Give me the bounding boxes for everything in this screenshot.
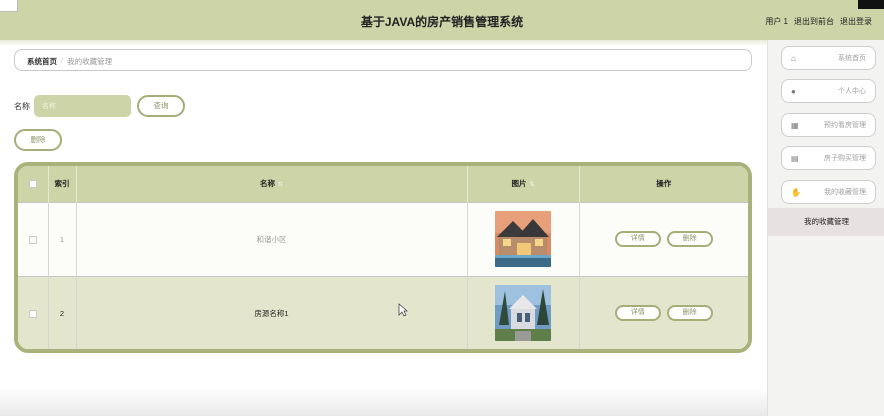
app-title: 基于JAVA的房产销售管理系统: [360, 15, 524, 29]
row-actions: 详情 删除: [579, 201, 748, 276]
delete-button[interactable]: 删除: [666, 305, 713, 322]
breadcrumb-current: 我的收藏管理: [67, 57, 113, 66]
breadcrumb-separator: /: [61, 56, 64, 65]
user-area: 用户 1 退出到前台 退出登录: [765, 16, 872, 27]
row-index: 2: [48, 275, 77, 349]
sidebar-item-home[interactable]: ⌂ 系统首页: [781, 46, 876, 70]
select-all-checkbox[interactable]: [28, 180, 37, 189]
detail-button[interactable]: 详情: [614, 231, 661, 247]
row-name: 和谐小区: [76, 201, 468, 276]
sidebar-item-label: 个人中心: [838, 88, 866, 95]
house-photo: [495, 285, 551, 342]
thumb-icon: ✋: [791, 187, 801, 197]
window-corner-tab: [0, 0, 18, 12]
search-label: 名称: [14, 102, 30, 111]
row-select-cell: [18, 275, 49, 349]
home-icon: ⌂: [791, 53, 796, 63]
row-index: 1: [48, 201, 77, 276]
sidebar-item-label: 房子购买管理: [824, 155, 866, 162]
username: 用户 1: [765, 17, 788, 26]
sidebar-active-submenu[interactable]: 我的收藏管理: [768, 208, 884, 236]
document-icon: ▤: [791, 153, 799, 163]
column-header-image-label: 图片: [511, 179, 527, 189]
detail-button[interactable]: 详情: [614, 305, 661, 322]
column-header-name[interactable]: 名称 ⇅: [76, 166, 468, 202]
breadcrumb-home[interactable]: 系统首页: [27, 56, 57, 66]
exit-to-front-link[interactable]: 退出到前台: [794, 16, 834, 27]
sidebar-item-label: 我的收藏管理: [824, 189, 866, 196]
table-header-row: 索引 名称 ⇅ 图片 ⇅ 操作: [18, 166, 748, 202]
column-header-index: 索引: [48, 166, 77, 202]
sidebar: ⌂ 系统首页 ● 个人中心 ▦ 预约看房管理 ▤ 房子购买管理 ✋ 我的收藏管理…: [767, 40, 884, 416]
delete-button[interactable]: 删除: [666, 231, 713, 247]
row-image-cell: [467, 201, 580, 276]
row-name: 房源名称1: [76, 275, 468, 349]
house-photo: [495, 211, 551, 267]
column-header-name-label: 名称: [259, 179, 275, 189]
sidebar-item-profile[interactable]: ● 个人中心: [781, 79, 876, 103]
row-image-cell: [467, 275, 580, 349]
sidebar-item-label: 系统首页: [838, 55, 866, 62]
overlay-corner: [858, 0, 884, 9]
row-select-cell: [18, 201, 49, 276]
query-button[interactable]: 查询: [137, 95, 185, 117]
top-header-bar: 基于JAVA的房产销售管理系统 用户 1 退出到前台 退出登录: [0, 0, 884, 40]
row-actions: 详情 删除: [579, 275, 748, 349]
column-header-image[interactable]: 图片 ⇅: [467, 166, 580, 202]
select-all-cell: [18, 166, 49, 202]
table-row: 1 和谐小区 详情 删除: [18, 201, 748, 276]
batch-delete-button[interactable]: 删除: [14, 129, 62, 151]
favorites-table: 索引 名称 ⇅ 图片 ⇅ 操作 1 和谐小区 详情 删除 2 房源名称1 详情 …: [14, 162, 752, 353]
column-header-actions: 操作: [579, 166, 748, 202]
name-search-input[interactable]: [34, 95, 131, 117]
row-checkbox[interactable]: [28, 309, 37, 318]
sort-icon[interactable]: ⇅: [529, 182, 534, 188]
sidebar-item-label: 预约看房管理: [824, 122, 866, 129]
mouse-cursor-icon: [398, 303, 408, 317]
user-icon: ●: [791, 86, 796, 96]
row-checkbox[interactable]: [28, 235, 37, 244]
sidebar-item-favorites[interactable]: ✋ 我的收藏管理: [781, 180, 876, 204]
sidebar-item-viewing-appointments[interactable]: ▦ 预约看房管理: [781, 113, 876, 137]
header-shadow: [0, 40, 884, 46]
sort-icon[interactable]: ⇅: [278, 182, 283, 188]
bottom-fade: [0, 388, 767, 416]
breadcrumb: 系统首页 / 我的收藏管理: [14, 49, 752, 71]
table-row: 2 房源名称1 详情 删除: [18, 275, 748, 349]
calendar-icon: ▦: [791, 120, 799, 130]
sidebar-item-purchases[interactable]: ▤ 房子购买管理: [781, 146, 876, 170]
logout-link[interactable]: 退出登录: [840, 16, 872, 27]
